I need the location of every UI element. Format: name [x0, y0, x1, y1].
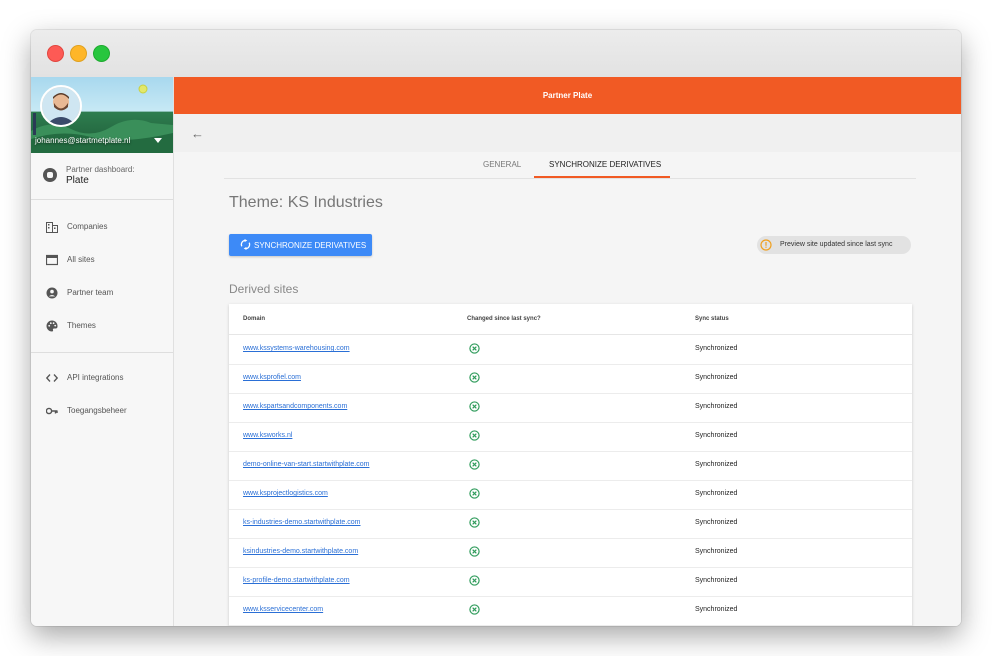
table-row: www.kspartsandcomponents.com Synchronized [229, 393, 912, 423]
chevron-down-icon[interactable] [154, 138, 162, 143]
sidebar-item-label: API integrations [67, 373, 124, 382]
sidebar-item-label: All sites [67, 255, 95, 264]
derived-sites-table: Domain Changed since last sync? Sync sta… [229, 304, 912, 626]
table-row: www.ksprofiel.com Synchronized [229, 364, 912, 394]
domain-link[interactable]: demo-online-van-start.startwithplate.com [243, 461, 369, 468]
derived-sites-heading: Derived sites [229, 282, 299, 296]
changed-status-icon [469, 372, 480, 383]
domain-link[interactable]: www.kssystems-warehousing.com [243, 345, 350, 352]
sidebar: johannes@startmetplate.nl Partner dashbo… [31, 77, 174, 626]
sidebar-item-label: Themes [67, 321, 96, 330]
table-row: ks-industries-demo.startwithplate.com Syn… [229, 509, 912, 539]
table-row: ksindustries-demo.startwithplate.com Sync… [229, 538, 912, 568]
tab-general[interactable]: GENERAL [483, 160, 521, 169]
sync-icon [240, 239, 251, 250]
changed-status-icon [469, 430, 480, 441]
changed-status-icon [469, 401, 480, 412]
close-window-button[interactable] [47, 45, 64, 62]
changed-status-icon [469, 517, 480, 528]
sidebar-item-all-sites[interactable]: All sites [31, 249, 173, 271]
table-row: demo-online-van-start.startwithplate.com… [229, 451, 912, 481]
sidebar-item-partner-team[interactable]: Partner team [31, 282, 173, 304]
status-badge: Preview site updated since last sync [757, 236, 911, 254]
sidebar-item-toegangsbeheer[interactable]: Toegangsbeheer [31, 400, 173, 422]
sync-status: Synchronized [695, 548, 738, 555]
status-text: Preview site updated since last sync [780, 241, 893, 248]
domain-link[interactable]: ks-industries-demo.startwithplate.com [243, 519, 361, 526]
sites-icon [46, 254, 58, 266]
sidebar-item-label: Toegangsbeheer [67, 406, 127, 415]
sync-status: Synchronized [695, 461, 738, 468]
domain-link[interactable]: www.ksservicecenter.com [243, 606, 323, 613]
team-icon [46, 287, 58, 299]
table-row: www.kssystems-warehousing.com Synchronize… [229, 335, 912, 365]
changed-status-icon [469, 575, 480, 586]
sidebar-item-themes[interactable]: Themes [31, 315, 173, 337]
sidebar-item-api-integrations[interactable]: API integrations [31, 367, 173, 389]
sync-status: Synchronized [695, 432, 738, 439]
key-icon [46, 407, 58, 415]
profile-email: johannes@startmetplate.nl [35, 136, 131, 145]
profile-header[interactable]: johannes@startmetplate.nl [31, 77, 173, 153]
column-header-domain: Domain [243, 316, 266, 322]
sync-status: Synchronized [695, 490, 738, 497]
dashboard-name: Plate [66, 175, 89, 186]
back-arrow-icon[interactable]: ← [191, 126, 204, 141]
table-row: www.ksservicecenter.com Synchronized [229, 596, 912, 626]
sun-icon [138, 84, 148, 94]
table-header: Domain Changed since last sync? Sync sta… [229, 304, 912, 335]
sync-status: Synchronized [695, 345, 738, 352]
sync-status: Synchronized [695, 403, 738, 410]
sidebar-item-companies[interactable]: Companies [31, 216, 173, 238]
sync-button-label: SYNCHRONIZE DERIVATIVES [254, 241, 367, 250]
dashboard-icon [43, 168, 57, 182]
page-title: Partner Plate [542, 91, 593, 100]
content-area: GENERAL SYNCHRONIZE DERIVATIVES Theme: K… [174, 152, 961, 626]
synchronize-derivatives-button[interactable]: SYNCHRONIZE DERIVATIVES [229, 234, 372, 256]
domain-link[interactable]: ksindustries-demo.startwithplate.com [243, 548, 358, 555]
table-row: www.ksprojectlogistics.com Synchronized [229, 480, 912, 510]
window-titlebar [31, 30, 961, 78]
companies-icon [46, 222, 58, 233]
sidebar-divider [31, 352, 173, 353]
changed-status-icon [469, 604, 480, 615]
domain-link[interactable]: www.ksprojectlogistics.com [243, 490, 328, 497]
sync-status: Synchronized [695, 519, 738, 526]
sidebar-item-label: Partner team [67, 288, 114, 297]
theme-title: Theme: KS Industries [229, 194, 383, 211]
changed-status-icon [469, 488, 480, 499]
app-window: johannes@startmetplate.nl Partner dashbo… [31, 30, 961, 626]
domain-link[interactable]: www.ksworks.nl [243, 432, 292, 439]
column-header-sync-status: Sync status [695, 316, 729, 322]
sync-status: Synchronized [695, 374, 738, 381]
sync-status: Synchronized [695, 606, 738, 613]
changed-status-icon [469, 343, 480, 354]
domain-link[interactable]: www.kspartsandcomponents.com [243, 403, 347, 410]
column-header-changed: Changed since last sync? [467, 316, 541, 322]
partner-dashboard[interactable]: Partner dashboard: Plate [31, 153, 173, 200]
domain-link[interactable]: www.ksprofiel.com [243, 374, 301, 381]
changed-status-icon [469, 546, 480, 557]
dashboard-label: Partner dashboard: [66, 165, 135, 174]
minimize-window-button[interactable] [70, 45, 87, 62]
domain-link[interactable]: ks-profile-demo.startwithplate.com [243, 577, 350, 584]
avatar[interactable] [40, 85, 82, 127]
toolbar: ← [174, 114, 961, 152]
code-icon [46, 374, 58, 382]
tab-synchronize-derivatives[interactable]: SYNCHRONIZE DERIVATIVES [549, 160, 661, 169]
warning-icon [760, 239, 772, 251]
table-row: www.ksworks.nl Synchronized [229, 422, 912, 452]
app-header: Partner Plate [174, 77, 961, 114]
changed-status-icon [469, 459, 480, 470]
palette-icon [46, 320, 58, 332]
main-panel: Partner Plate ← GENERAL SYNCHRONIZE DERI… [174, 77, 961, 626]
tab-bar: GENERAL SYNCHRONIZE DERIVATIVES [224, 152, 916, 179]
sidebar-item-label: Companies [67, 222, 108, 231]
table-row: ks-profile-demo.startwithplate.com Synchr… [229, 567, 912, 597]
sync-status: Synchronized [695, 577, 738, 584]
maximize-window-button[interactable] [93, 45, 110, 62]
active-tab-indicator [534, 176, 670, 178]
